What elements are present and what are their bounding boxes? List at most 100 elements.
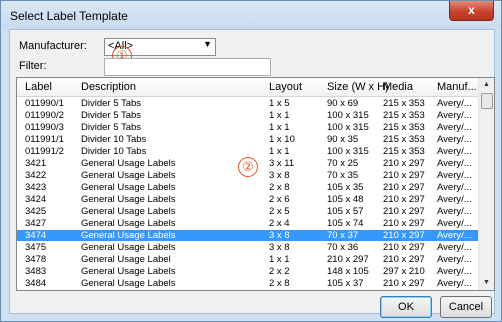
table-cell: Divider 5 Tabs bbox=[81, 122, 142, 133]
table-cell: Avery/... bbox=[437, 98, 472, 109]
table-cell: Avery/... bbox=[437, 206, 472, 217]
table-row[interactable]: 3484 General Usage Labels 2 x 8 105 x 37 210… bbox=[17, 278, 479, 289]
table-cell: 210 x 297 bbox=[383, 170, 425, 181]
table-cell: 210 x 297 bbox=[383, 230, 425, 241]
table-row[interactable]: 3474 General Usage Labels 3 x 8 70 x 37 210 … bbox=[17, 230, 479, 241]
table-row[interactable]: 3475 General Usage Labels 3 x 8 70 x 36 210 … bbox=[17, 242, 479, 253]
table-cell: General Usage Labels bbox=[81, 206, 176, 217]
table-cell: General Usage Labels bbox=[81, 182, 176, 193]
column-header-size[interactable]: Size (W x H) bbox=[327, 81, 389, 93]
column-header-description[interactable]: Description bbox=[81, 81, 136, 93]
table-cell: Avery/... bbox=[437, 170, 472, 181]
table-cell: 70 x 35 bbox=[327, 170, 359, 181]
column-header-layout[interactable]: Layout bbox=[269, 81, 302, 93]
table-cell: Avery/... bbox=[437, 158, 472, 169]
table-cell: 100 x 315 bbox=[327, 146, 369, 157]
table-row[interactable]: 3423 General Usage Labels 2 x 8 105 x 35 210… bbox=[17, 182, 479, 193]
table-cell: 105 x 74 bbox=[327, 218, 364, 229]
table-row[interactable]: 3478 General Usage Label 1 x 1 210 x 297 210… bbox=[17, 254, 479, 265]
table-cell: General Usage Labels bbox=[81, 218, 176, 229]
table-cell: 297 x 210 bbox=[383, 266, 425, 277]
table-cell: Avery/... bbox=[437, 266, 472, 277]
table-cell: 105 x 35 bbox=[327, 182, 364, 193]
table-cell: 210 x 297 bbox=[327, 254, 369, 265]
table-cell: 105 x 48 bbox=[327, 194, 364, 205]
table-cell: 1 x 10 bbox=[269, 134, 295, 145]
table-cell: General Usage Labels bbox=[81, 230, 176, 241]
table-cell: Avery/... bbox=[437, 278, 472, 289]
table-cell: 210 x 297 bbox=[383, 194, 425, 205]
table-cell: General Usage Label bbox=[81, 254, 171, 265]
table-cell: Avery/... bbox=[437, 134, 472, 145]
table-cell: 1 x 1 bbox=[269, 110, 290, 121]
table-cell: Divider 10 Tabs bbox=[81, 146, 147, 157]
table-cell: General Usage Labels bbox=[81, 278, 176, 289]
table-row[interactable]: 011990/1 Divider 5 Tabs 1 x 5 90 x 69 215 x … bbox=[17, 98, 479, 109]
table-row[interactable]: 011991/2 Divider 10 Tabs 1 x 1 100 x 315 215… bbox=[17, 146, 479, 157]
table-cell: General Usage Labels bbox=[81, 158, 176, 169]
column-header-label[interactable]: Label bbox=[25, 81, 52, 93]
table-cell: Avery/... bbox=[437, 242, 472, 253]
table-cell: 2 x 8 bbox=[269, 278, 290, 289]
table-row[interactable]: 011990/2 Divider 5 Tabs 1 x 1 100 x 315 215 … bbox=[17, 110, 479, 121]
table-cell: Avery/... bbox=[437, 230, 472, 241]
table-cell: General Usage Labels bbox=[81, 242, 176, 253]
table-cell: 3 x 8 bbox=[269, 230, 290, 241]
table-cell: 70 x 25 bbox=[327, 158, 359, 169]
table-cell: 011991/1 bbox=[25, 134, 64, 145]
column-header-media[interactable]: Media bbox=[383, 81, 413, 93]
table-cell: Avery/... bbox=[437, 146, 472, 157]
table-cell: 215 x 353 bbox=[383, 98, 425, 109]
filter-input[interactable] bbox=[104, 58, 271, 76]
table-cell: 3474 bbox=[25, 230, 47, 241]
table-cell: 210 x 297 bbox=[383, 206, 425, 217]
table-row[interactable]: 3483 General Usage Labels 2 x 2 148 x 105 29… bbox=[17, 266, 479, 277]
table-cell: 1 x 1 bbox=[269, 122, 290, 133]
table-cell: Divider 5 Tabs bbox=[81, 98, 142, 109]
table-cell: 210 x 297 bbox=[383, 254, 425, 265]
table-cell: Avery/... bbox=[437, 254, 472, 265]
table-row[interactable]: 011991/1 Divider 10 Tabs 1 x 10 90 x 35 215 … bbox=[17, 134, 479, 145]
title-bar: Select Label Template x bbox=[1, 1, 501, 29]
table-cell: 105 x 37 bbox=[327, 278, 364, 289]
table-cell: 3427 bbox=[25, 218, 47, 229]
table-cell: 215 x 353 bbox=[383, 134, 425, 145]
table-cell: 1 x 1 bbox=[269, 254, 290, 265]
table-cell: 011990/1 bbox=[25, 98, 64, 109]
table-cell: Avery/... bbox=[437, 110, 472, 121]
table-cell: Avery/... bbox=[437, 218, 472, 229]
vertical-scrollbar[interactable]: ▲ ▼ bbox=[478, 78, 494, 290]
table-cell: 1 x 1 bbox=[269, 146, 290, 157]
cancel-button[interactable]: Cancel bbox=[440, 296, 492, 318]
table-cell: 3483 bbox=[25, 266, 47, 277]
column-header-manufacturer[interactable]: Manuf... bbox=[437, 81, 477, 93]
table-cell: 3423 bbox=[25, 182, 47, 193]
table-cell: Divider 10 Tabs bbox=[81, 134, 147, 145]
table-cell: General Usage Labels bbox=[81, 194, 176, 205]
chevron-down-icon: ▼ bbox=[203, 39, 212, 49]
table-cell: 70 x 36 bbox=[327, 242, 359, 253]
scrollbar-thumb[interactable] bbox=[481, 93, 493, 109]
label-template-list[interactable]: Label Description Layout Size (W x H) Me… bbox=[16, 77, 495, 291]
table-cell: Avery/... bbox=[437, 182, 472, 193]
close-button[interactable]: x bbox=[449, 1, 494, 21]
ok-button[interactable]: OK bbox=[380, 296, 432, 318]
table-cell: 2 x 8 bbox=[269, 182, 290, 193]
table-row[interactable]: 011990/3 Divider 5 Tabs 1 x 1 100 x 315 215 … bbox=[17, 122, 479, 133]
table-cell: 1 x 5 bbox=[269, 98, 290, 109]
scroll-up-icon[interactable]: ▲ bbox=[479, 78, 494, 92]
table-row[interactable]: 3427 General Usage Labels 2 x 4 105 x 74 210… bbox=[17, 218, 479, 229]
table-cell: 3421 bbox=[25, 158, 47, 169]
table-cell: 011990/3 bbox=[25, 122, 64, 133]
table-row[interactable]: 3425 General Usage Labels 2 x 5 105 x 57 210… bbox=[17, 206, 479, 217]
table-cell: 100 x 315 bbox=[327, 110, 369, 121]
table-cell: 2 x 2 bbox=[269, 266, 290, 277]
window-title: Select Label Template bbox=[10, 9, 128, 23]
table-cell: 3 x 11 bbox=[269, 158, 295, 169]
table-cell: 210 x 297 bbox=[383, 158, 425, 169]
scroll-down-icon[interactable]: ▼ bbox=[479, 276, 494, 290]
table-row[interactable]: 3424 General Usage Labels 2 x 6 105 x 48 210… bbox=[17, 194, 479, 205]
table-cell: 3422 bbox=[25, 170, 47, 181]
table-cell: 105 x 57 bbox=[327, 206, 364, 217]
table-cell: 70 x 37 bbox=[327, 230, 359, 241]
